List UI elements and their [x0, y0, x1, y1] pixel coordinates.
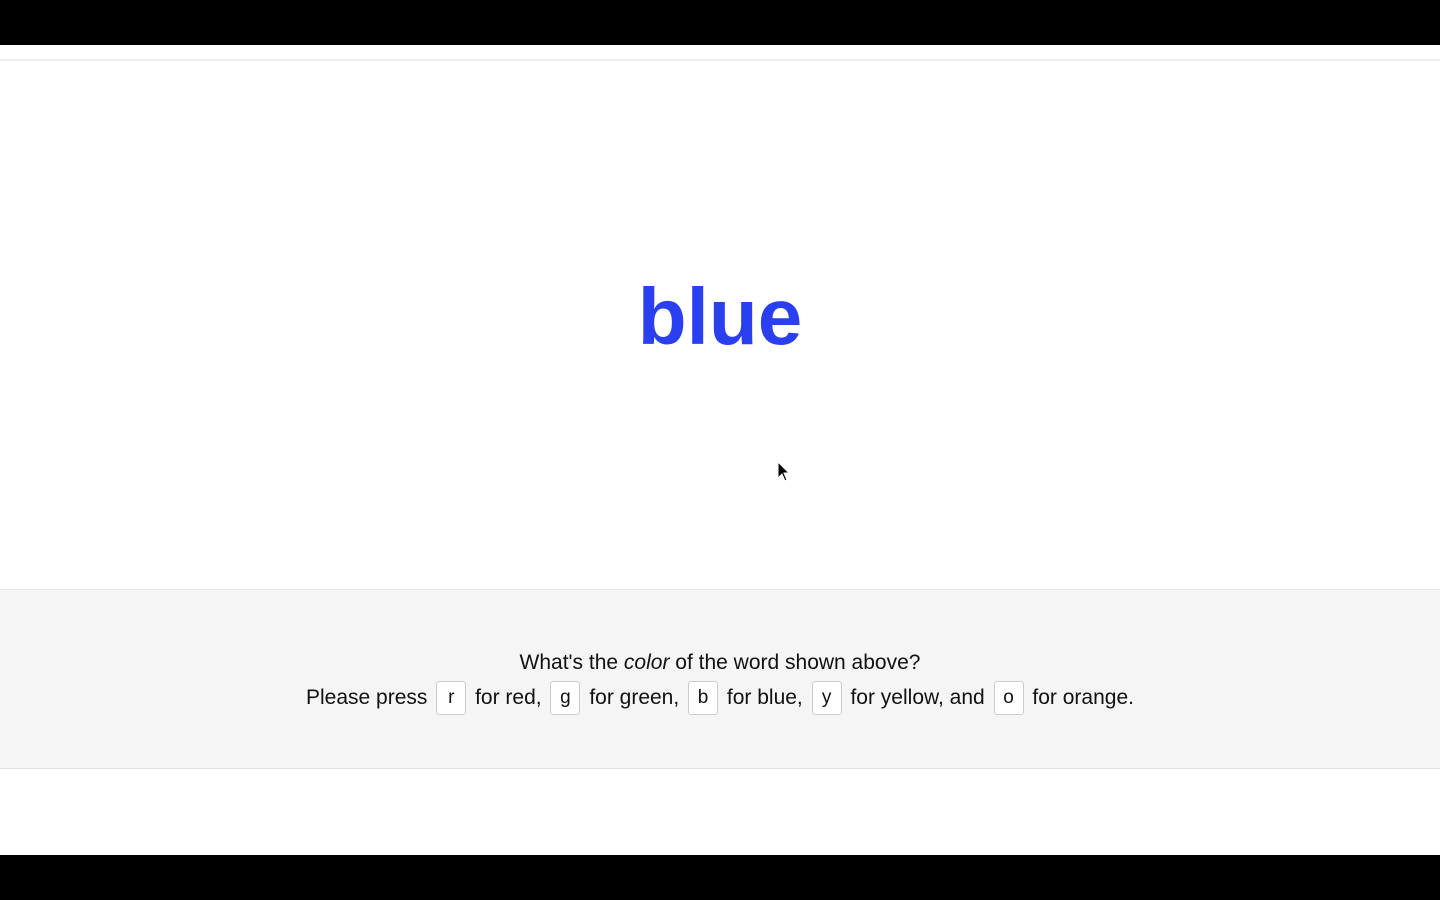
question: What's the color of the word shown above… — [0, 648, 1440, 678]
stimulus-word: blue — [637, 272, 803, 361]
key-label: for green, — [589, 686, 680, 709]
divider — [0, 59, 1440, 61]
mouse-pointer-icon — [777, 461, 791, 482]
key-b[interactable]: b — [688, 681, 719, 716]
key-g[interactable]: g — [550, 681, 581, 716]
key-y[interactable]: y — [811, 681, 842, 716]
key-label: for yellow, and — [850, 686, 985, 709]
key-label: for blue, — [726, 686, 803, 709]
instruction-lead: Please press — [306, 686, 428, 709]
experiment-page: blue What's the color of the word shown … — [0, 45, 1440, 855]
key-r[interactable]: r — [436, 681, 467, 716]
key-instructions: Please press r for red, g for green, b f… — [0, 680, 1440, 716]
question-emphasis: color — [623, 651, 670, 674]
question-text-end: of the word shown above? — [669, 651, 921, 674]
key-label: for red, — [475, 686, 542, 709]
key-label: for orange. — [1032, 686, 1134, 709]
instruction-panel: What's the color of the word shown above… — [0, 589, 1440, 769]
key-o[interactable]: o — [993, 681, 1024, 716]
question-text: What's the — [519, 651, 624, 674]
